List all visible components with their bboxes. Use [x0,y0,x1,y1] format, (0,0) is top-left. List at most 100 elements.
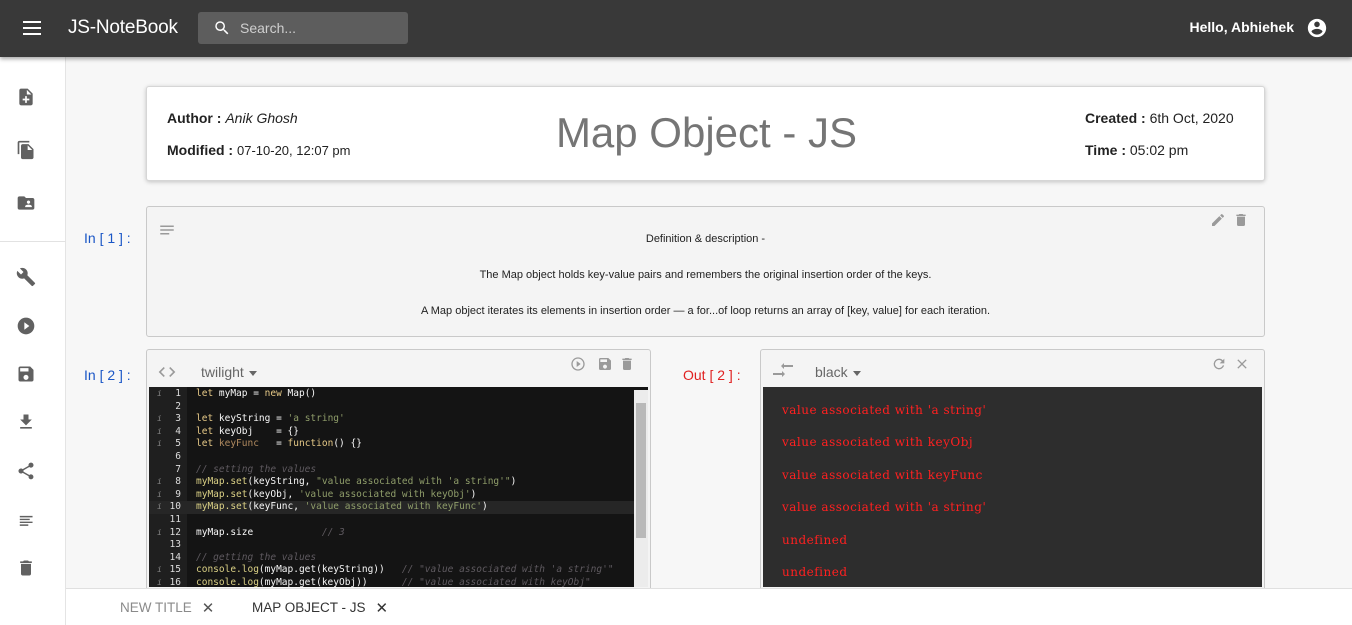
code-line[interactable]: 6 [149,451,648,464]
output-line: value associated with keyObj [782,435,974,449]
code-text: let myMap = new Map() [196,388,317,399]
line-number: 7 [175,463,181,475]
user-greeting: Hello, Abhiehek [1189,19,1294,35]
code-line[interactable]: i 12 myMap.size // 3 [149,527,648,540]
run-icon[interactable] [570,356,586,372]
output-console: value associated with 'a string' value a… [763,387,1262,587]
line-number: 16 [169,577,181,587]
search-input[interactable] [240,12,400,44]
editor-scrollbar[interactable] [634,390,648,587]
info-marker: i [157,502,162,512]
code-cell[interactable]: twilight i 1 let myMap = new Map() 2 i 3 let k… [146,349,651,588]
line-number: 10 [169,501,181,513]
code-line[interactable]: i 9 myMap.set(keyObj, 'value associated wi… [149,489,648,502]
code-text: myMap.set(keyString, "value associated w… [196,476,517,488]
compare-arrows-icon[interactable] [771,360,795,380]
markdown-paragraph: A Map object iterates its elements in in… [420,305,991,317]
code-line[interactable]: i 16 console.log(myMap.get(keyObj)) // "va… [149,577,648,587]
account-circle-icon[interactable] [1306,17,1328,39]
info-marker: i [157,527,162,537]
output-theme-dropdown[interactable]: black [815,364,861,380]
code-line[interactable]: 11 [149,514,648,527]
share-icon[interactable] [16,461,36,481]
tab-map-object-js[interactable]: MAP OBJECT - JS ✕ [252,599,388,617]
save-icon[interactable] [16,364,36,384]
code-line[interactable]: i 3 let keyString = 'a string' [149,413,648,426]
delete-cell-icon[interactable] [619,356,635,372]
code-line[interactable]: i 8 myMap.set(keyString, "value associated… [149,476,648,489]
tab-label: MAP OBJECT - JS [252,600,366,615]
code-line[interactable]: i 4 let keyObj = {} [149,426,648,439]
code-text: let keyFunc = function() {} [196,438,362,450]
code-line[interactable]: i 15 console.log(myMap.get(keyString)) // … [149,564,648,577]
close-icon[interactable]: ✕ [202,599,215,617]
code-editor[interactable]: i 1 let myMap = new Map() 2 i 3 let keyString … [149,387,648,587]
code-text: myMap.size // 3 [196,526,345,538]
wrench-icon[interactable] [16,267,36,287]
output-cell: black value associated with 'a string' v… [760,349,1265,588]
app-bar: JS-NoteBook Hello, Abhiehek [0,0,1352,57]
line-number: 1 [175,388,181,399]
sidebar [0,57,66,625]
close-icon[interactable]: ✕ [376,599,389,617]
refresh-icon[interactable] [1211,356,1227,372]
line-number: 13 [169,539,181,551]
sidebar-divider [0,241,66,242]
output-line: value associated with 'a string' [782,403,987,417]
edit-icon[interactable] [1210,212,1226,228]
code-text: // setting the values [196,463,317,475]
cell-2-label: In [ 2 ] : [84,367,131,383]
markdown-paragraph: The Map object holds key-value pairs and… [479,269,932,281]
tab-label: NEW TITLE [120,600,192,615]
editor-theme-dropdown[interactable]: twilight [201,364,257,380]
code-line[interactable]: i 5 let keyFunc = function() {} [149,438,648,451]
info-marker: i [157,578,162,587]
info-marker: i [157,389,162,398]
notebook-tab-bar: NEW TITLE ✕ MAP OBJECT - JS ✕ [66,588,1352,625]
copy-notes-icon[interactable] [16,140,36,160]
note-add-icon[interactable] [16,87,36,107]
code-text: let keyString = 'a string' [196,413,345,425]
line-number: 6 [175,451,181,462]
created-line: Created : 6th Oct, 2020 [1085,110,1234,126]
markdown-cell[interactable]: Definition & description - The Map objec… [146,206,1265,337]
line-number: 11 [169,514,181,525]
code-line[interactable]: 13 [149,539,648,552]
code-line[interactable]: i 1 let myMap = new Map() [149,388,648,401]
download-icon[interactable] [16,412,36,432]
line-number: 8 [175,476,181,488]
menu-icon[interactable] [22,18,42,38]
line-number: 2 [175,400,181,412]
code-line[interactable]: 14 // getting the values [149,552,648,565]
info-marker: i [157,414,162,424]
code-text: console.log(myMap.get(keyString)) // "va… [196,564,614,576]
line-number: 4 [175,425,181,437]
close-output-icon[interactable] [1234,356,1250,372]
time-line: Time : 05:02 pm [1085,142,1189,158]
tab-new-title[interactable]: NEW TITLE ✕ [120,599,214,617]
info-marker: i [157,477,162,487]
trash-icon[interactable] [16,558,36,578]
code-line[interactable]: i 10 myMap.set(keyFunc, 'value associated … [149,501,648,514]
code-icon[interactable] [157,362,177,382]
play-circle-icon[interactable] [16,316,36,336]
line-number: 5 [175,438,181,450]
markdown-heading: Definition & description - [645,233,766,245]
code-line[interactable]: 7 // setting the values [149,464,648,477]
list-icon[interactable] [16,510,36,530]
search-box[interactable] [198,12,408,44]
line-number: 14 [169,551,181,563]
search-icon [215,21,229,35]
save-cell-icon[interactable] [597,356,613,372]
line-number: 12 [169,526,181,538]
editor-scroll-thumb[interactable] [636,403,646,538]
code-text: let keyObj = {} [196,425,299,437]
notebook-header: Author : Anik Ghosh Modified : 07-10-20,… [146,86,1265,181]
code-text: myMap.set(keyFunc, 'value associated wit… [196,501,488,513]
code-text: myMap.set(keyObj, 'value associated with… [196,488,477,500]
delete-icon[interactable] [1233,212,1249,228]
folder-user-icon[interactable] [16,193,36,213]
output-label: Out [ 2 ] : [683,367,741,383]
code-line[interactable]: 2 [149,401,648,414]
output-line: value associated with 'a string' [782,500,987,514]
